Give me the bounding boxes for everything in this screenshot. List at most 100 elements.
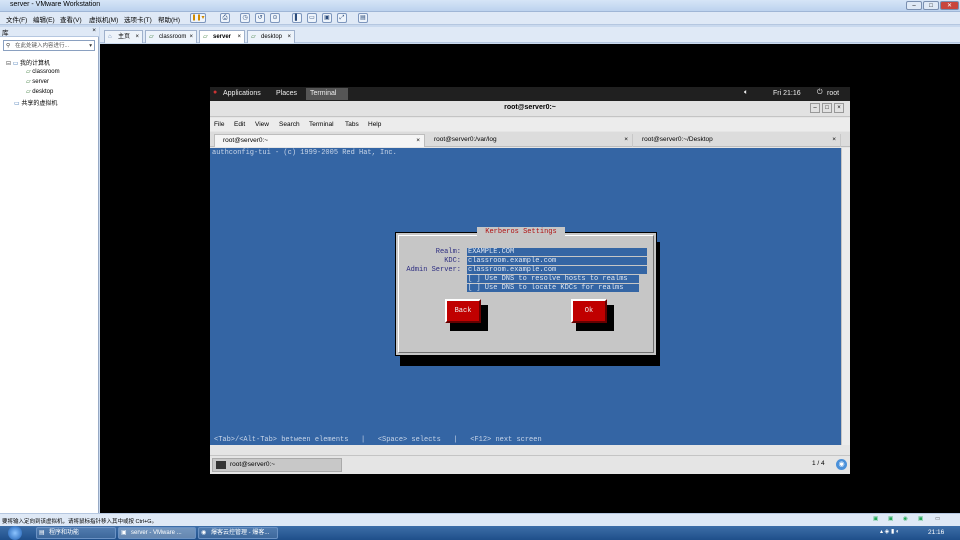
term-menu-help[interactable]: Help: [368, 121, 381, 128]
snapshot-icon[interactable]: ◷: [240, 13, 250, 23]
send-ctrl-alt-del-icon[interactable]: ⎙: [220, 13, 230, 23]
maximize-icon[interactable]: □: [822, 103, 832, 113]
terminal-app-label[interactable]: Terminal: [310, 90, 336, 97]
menu-help[interactable]: 帮助(H): [158, 14, 180, 24]
term-menu-file[interactable]: File: [214, 121, 224, 128]
ok-button[interactable]: Ok: [571, 299, 607, 323]
workspace-indicator[interactable]: 1 / 4: [812, 460, 825, 467]
dns-realms-checkbox[interactable]: [ ] Use DNS to resolve hosts to realms: [467, 275, 639, 283]
tree-my-computer[interactable]: ⊟ ▭ 我的计算机: [6, 58, 50, 67]
chevron-down-icon[interactable]: ▾: [89, 41, 92, 51]
pause-icon[interactable]: ❚❚▾: [190, 13, 206, 23]
library-header: 库 ×: [0, 27, 99, 37]
display-icon[interactable]: ▭: [935, 516, 940, 522]
tree-shared-vms[interactable]: ▭ 共享的虚拟机: [14, 98, 57, 107]
menu-tabs[interactable]: 选项卡(T): [124, 14, 152, 24]
start-button[interactable]: [8, 526, 22, 540]
console-view-icon[interactable]: ▤: [358, 13, 368, 23]
tab-home[interactable]: ⌂ 主页 ×: [104, 30, 143, 43]
close-tab-icon[interactable]: ×: [189, 31, 193, 43]
menu-file[interactable]: 文件(F): [6, 14, 27, 24]
close-tab-icon[interactable]: ×: [416, 135, 420, 147]
hdd-icon[interactable]: ▣: [873, 516, 878, 522]
library-search-input[interactable]: ⚲ 在此处键入内容进行... ▾: [3, 40, 95, 51]
power-icon[interactable]: ⏻: [817, 89, 823, 97]
vm-icon: ▱: [26, 89, 31, 95]
realm-input[interactable]: EXAMPLE.COM: [467, 248, 647, 256]
window-titlebar: server - VMware Workstation – □ ✕: [0, 0, 960, 12]
tree-vm-label: classroom: [32, 69, 60, 75]
panel-clock[interactable]: Fri 21:16: [773, 90, 801, 97]
tab-label: classroom: [159, 34, 187, 40]
terminal-icon: [216, 461, 226, 469]
menu-edit[interactable]: 编辑(E): [33, 14, 55, 24]
term-menu-terminal[interactable]: Terminal: [309, 121, 334, 128]
applications-menu[interactable]: Applications: [223, 90, 261, 97]
dns-kdcs-checkbox[interactable]: [ ] Use DNS to locate KDCs for realms: [467, 284, 639, 292]
close-tab-icon[interactable]: ×: [832, 134, 836, 146]
tray-icons[interactable]: ▴ ◈ ▮ ◐: [880, 528, 900, 535]
tab-classroom[interactable]: ▱ classroom ×: [145, 30, 197, 43]
vm-icon: ▱: [26, 79, 31, 85]
shared-vms-icon: ▭: [14, 101, 20, 107]
cdrom-icon[interactable]: ◉: [903, 516, 908, 522]
term-tab-desktop[interactable]: root@server0:~/Desktop ×: [634, 134, 841, 147]
term-menu-search[interactable]: Search: [279, 121, 300, 128]
tab-desktop[interactable]: ▱ desktop ×: [247, 30, 295, 43]
term-tab-home[interactable]: root@server0:~ ×: [214, 134, 425, 147]
sidebar-toggle-icon[interactable]: ▌: [292, 13, 302, 23]
admin-server-label: Admin Server:: [406, 266, 461, 274]
terminal-screen[interactable]: authconfig-tui - (c) 1999-2005 Red Hat, …: [210, 148, 841, 445]
menu-view[interactable]: 查看(V): [60, 14, 82, 24]
close-button[interactable]: ✕: [940, 1, 959, 10]
close-tab-icon[interactable]: ×: [624, 134, 628, 146]
admin-server-input[interactable]: classroom.example.com: [467, 266, 647, 274]
kdc-input[interactable]: classroom.example.com: [467, 257, 647, 265]
vm-icon: ▱: [203, 34, 208, 40]
vmware-status-bar: 要将输入定向到该虚拟机，请将鼠标指针移入其中或按 Ctrl+G。 ▣ ▣ ◉ ▣…: [0, 513, 960, 526]
terminal-menubar: File Edit View Search Terminal Tabs Help: [210, 118, 850, 131]
taskbar-vmware[interactable]: ▣ server - VMware ...: [118, 527, 196, 539]
tab-server[interactable]: ▱ server ×: [199, 30, 245, 43]
terminal-window-title: root@server0:~: [504, 104, 556, 111]
unity-icon[interactable]: ⤢: [337, 13, 347, 23]
term-tab-label: root@server0:~/Desktop: [642, 136, 713, 143]
tree-vm-server[interactable]: ▱ server: [26, 78, 49, 85]
close-tab-icon[interactable]: ×: [287, 31, 291, 43]
notification-icon[interactable]: ◉: [836, 459, 847, 470]
panel-user[interactable]: root: [827, 90, 839, 97]
maximize-button[interactable]: □: [923, 1, 939, 10]
tui-footer-line: <Tab>/<Alt-Tab> between elements | <Spac…: [214, 436, 542, 444]
library-search-placeholder: 在此处键入内容进行...: [15, 43, 70, 49]
terminal-scrollbar[interactable]: [841, 148, 850, 445]
term-menu-tabs[interactable]: Tabs: [345, 121, 359, 128]
term-menu-view[interactable]: View: [255, 121, 269, 128]
revert-snapshot-icon[interactable]: ↺: [255, 13, 265, 23]
close-tab-icon[interactable]: ×: [237, 31, 241, 43]
usb-icon[interactable]: ▣: [918, 516, 923, 522]
minimize-icon[interactable]: –: [810, 103, 820, 113]
taskbar-item-label: server - VMware ...: [131, 530, 182, 536]
taskbar-clock[interactable]: 21:16: [928, 529, 944, 536]
network-icon[interactable]: ▣: [888, 516, 893, 522]
taskbar-browser[interactable]: ◉ 爆客云控管理 - 爆客...: [198, 527, 278, 539]
fullscreen-icon[interactable]: ▣: [322, 13, 332, 23]
taskbar-terminal-window[interactable]: root@server0:~: [212, 458, 342, 472]
term-menu-edit[interactable]: Edit: [234, 121, 245, 128]
close-icon[interactable]: ×: [834, 103, 844, 113]
taskbar-programs[interactable]: ▤ 程序和功能: [36, 527, 116, 539]
tree-vm-label: server: [32, 79, 49, 85]
term-tab-varlog[interactable]: root@server0:/var/log ×: [426, 134, 633, 147]
thumbnail-bar-icon[interactable]: ▭: [307, 13, 317, 23]
tree-vm-desktop[interactable]: ▱ desktop: [26, 88, 53, 95]
tree-vm-classroom[interactable]: ▱ classroom: [26, 68, 60, 75]
close-tab-icon[interactable]: ×: [135, 31, 139, 43]
places-menu[interactable]: Places: [276, 90, 297, 97]
volume-icon[interactable]: 🔈︎: [744, 89, 748, 97]
snapshot-manager-icon[interactable]: ⊙: [270, 13, 280, 23]
vm-tabs-bar: ⌂ 主页 × ▱ classroom × ▱ server × ▱ deskto…: [100, 27, 960, 43]
minimize-button[interactable]: –: [906, 1, 922, 10]
back-button[interactable]: Back: [445, 299, 481, 323]
menu-vm[interactable]: 虚拟机(M): [89, 14, 118, 24]
close-library-icon[interactable]: ×: [92, 27, 96, 34]
